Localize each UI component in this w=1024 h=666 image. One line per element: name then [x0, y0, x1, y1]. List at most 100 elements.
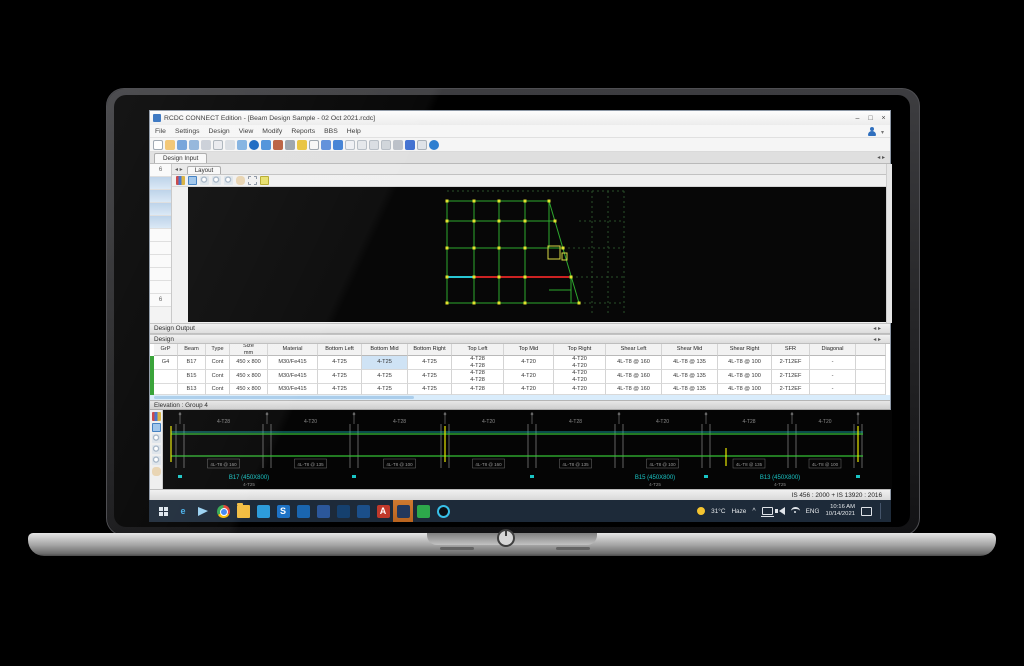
toolbar-zoom-icon[interactable] — [417, 140, 427, 150]
toolbar-filter-icon[interactable] — [405, 140, 415, 150]
taskbar-app-blue-1-icon[interactable] — [293, 500, 313, 522]
toolbar-table-a-icon[interactable] — [345, 140, 355, 150]
level-cell-10[interactable]: 6 — [150, 294, 171, 307]
toolbar-forward-icon[interactable] — [333, 140, 343, 150]
toolbar-grid-icon[interactable] — [309, 140, 319, 150]
toolbar-edit-icon[interactable] — [321, 140, 331, 150]
menu-item-modify[interactable]: Modify — [262, 128, 282, 135]
network-icon[interactable] — [791, 507, 800, 515]
zoom-out-icon[interactable] — [212, 176, 221, 185]
measure-icon[interactable] — [260, 176, 269, 185]
layout-pager[interactable]: ◂ ▸ — [175, 166, 183, 173]
clock[interactable]: 10:16 AM 10/14/2021 — [826, 504, 855, 518]
toolbar-export-icon[interactable] — [261, 140, 271, 150]
menu-item-design[interactable]: Design — [209, 128, 230, 135]
toolbar-lock-icon[interactable] — [297, 140, 307, 150]
plan-canvas[interactable] — [188, 187, 886, 322]
toolbar-new-icon[interactable] — [153, 140, 163, 150]
taskbar-green-app-icon[interactable] — [413, 500, 433, 522]
taskbar-file-explorer-icon[interactable] — [233, 500, 253, 522]
design-output-pager[interactable]: ◂ ▸ — [873, 325, 881, 332]
select-icon[interactable] — [248, 176, 257, 185]
level-cell-6[interactable] — [150, 242, 171, 255]
table-row-1[interactable]: B15Cont450 x 800M30/Fe4154-T254-T254-T25… — [154, 370, 890, 384]
toolbar-run-icon[interactable] — [285, 140, 295, 150]
weather-condition[interactable]: Haze — [731, 508, 746, 515]
beam-label[interactable]: B17 (450X800) — [229, 475, 269, 481]
tab-layout[interactable]: Layout — [187, 166, 222, 174]
menu-item-view[interactable]: View — [239, 128, 254, 135]
menu-item-file[interactable]: File — [155, 128, 166, 135]
battery-icon[interactable] — [762, 507, 773, 515]
level-cell-8[interactable] — [150, 268, 171, 281]
taskbar-edge-icon[interactable]: e — [173, 500, 193, 522]
menu-item-help[interactable]: Help — [347, 128, 361, 135]
taskbar-design-app-icon[interactable] — [333, 500, 353, 522]
pan-icon[interactable] — [152, 467, 161, 476]
design-pager[interactable]: ◂ ▸ — [873, 336, 881, 343]
language-indicator[interactable]: ENG — [806, 508, 820, 515]
toolbar-save-icon[interactable] — [177, 140, 187, 150]
menu-item-bbs[interactable]: BBS — [324, 128, 338, 135]
close-button[interactable]: × — [877, 112, 890, 125]
zoom-out-icon[interactable] — [152, 445, 161, 454]
show-desktop-button[interactable] — [880, 503, 883, 519]
taskbar-acrobat-icon[interactable]: A — [373, 500, 393, 522]
toolbar-media-icon[interactable] — [273, 140, 283, 150]
menu-item-reports[interactable]: Reports — [291, 128, 315, 135]
toolbar-help-icon[interactable] — [429, 140, 439, 150]
toolbar-preview-icon[interactable] — [213, 140, 223, 150]
chart-icon[interactable] — [152, 412, 161, 421]
taskbar-mail-plane-icon[interactable] — [193, 500, 213, 522]
beam-label[interactable]: B15 (450X800) — [635, 475, 675, 481]
toolbar-print-icon[interactable] — [201, 140, 211, 150]
zoom-fit-icon[interactable] — [152, 456, 161, 465]
design-output-bar[interactable]: Design Output ◂ ▸ — [150, 323, 890, 334]
taskbar-chart-app-icon[interactable] — [353, 500, 373, 522]
level-cell-7[interactable] — [150, 255, 171, 268]
level-cell-9[interactable] — [150, 281, 171, 294]
toolbar-copy-icon[interactable] — [225, 140, 235, 150]
elevation-title-bar[interactable]: Elevation : Group 4 — [150, 400, 890, 410]
zoom-fit-icon[interactable] — [224, 176, 233, 185]
taskbar-o-app-icon[interactable] — [433, 500, 453, 522]
toolbar-chart-icon[interactable] — [237, 140, 247, 150]
user-account-icon[interactable] — [867, 127, 876, 136]
toolbar-clear-icon[interactable] — [393, 140, 403, 150]
toolbar-open-icon[interactable] — [165, 140, 175, 150]
start-button-icon[interactable] — [159, 507, 163, 511]
elevation-canvas[interactable]: 4-T284L-T8 @ 1604-T204L-T8 @ 1354-T284L-… — [163, 410, 892, 489]
level-cell-0[interactable]: 6 — [150, 164, 171, 177]
level-cell-5[interactable] — [150, 229, 171, 242]
level-cell-2[interactable] — [150, 190, 171, 203]
plan-vscrollbar[interactable] — [886, 164, 892, 323]
level-cell-4[interactable] — [150, 216, 171, 229]
design-bar[interactable]: Design ◂ ▸ — [150, 334, 890, 344]
chart-blue-icon[interactable] — [152, 423, 161, 432]
taskbar-s-app-icon[interactable]: S — [273, 500, 293, 522]
action-center-icon[interactable] — [861, 507, 872, 516]
table-row-2[interactable]: B13Cont450 x 800M30/Fe4154-T254-T254-T25… — [154, 384, 890, 395]
taskbar-chrome-icon[interactable] — [213, 500, 233, 522]
weather-temp[interactable]: 31°C — [711, 508, 725, 515]
toolbar-table-d-icon[interactable] — [381, 140, 391, 150]
hidden-icons-chevron[interactable]: ^ — [752, 508, 755, 515]
zoom-in-icon[interactable] — [152, 434, 161, 443]
taskbar-app-blue-2-icon[interactable] — [313, 500, 333, 522]
weather-sun-icon[interactable] — [697, 507, 705, 515]
tabstrip-pager[interactable]: ◂ ▸ — [877, 154, 885, 161]
user-caret-icon[interactable]: ▾ — [881, 129, 884, 136]
toolbar-table-b-icon[interactable] — [357, 140, 367, 150]
toolbar-info-icon[interactable] — [249, 140, 259, 150]
toolbar-table-c-icon[interactable] — [369, 140, 379, 150]
pan-icon[interactable] — [236, 176, 245, 185]
toolbar-save-all-icon[interactable] — [189, 140, 199, 150]
maximize-button[interactable]: □ — [864, 112, 877, 125]
volume-icon[interactable] — [779, 507, 785, 515]
table-row-0[interactable]: G4B17Cont450 x 800M30/Fe4154-T254-T254-T… — [154, 356, 890, 370]
level-cell-3[interactable] — [150, 203, 171, 216]
zoom-in-icon[interactable] — [200, 176, 209, 185]
taskbar-rcdc-active-icon[interactable] — [393, 500, 413, 522]
tab-design-input[interactable]: Design Input — [154, 153, 207, 163]
level-cell-1[interactable] — [150, 177, 171, 190]
